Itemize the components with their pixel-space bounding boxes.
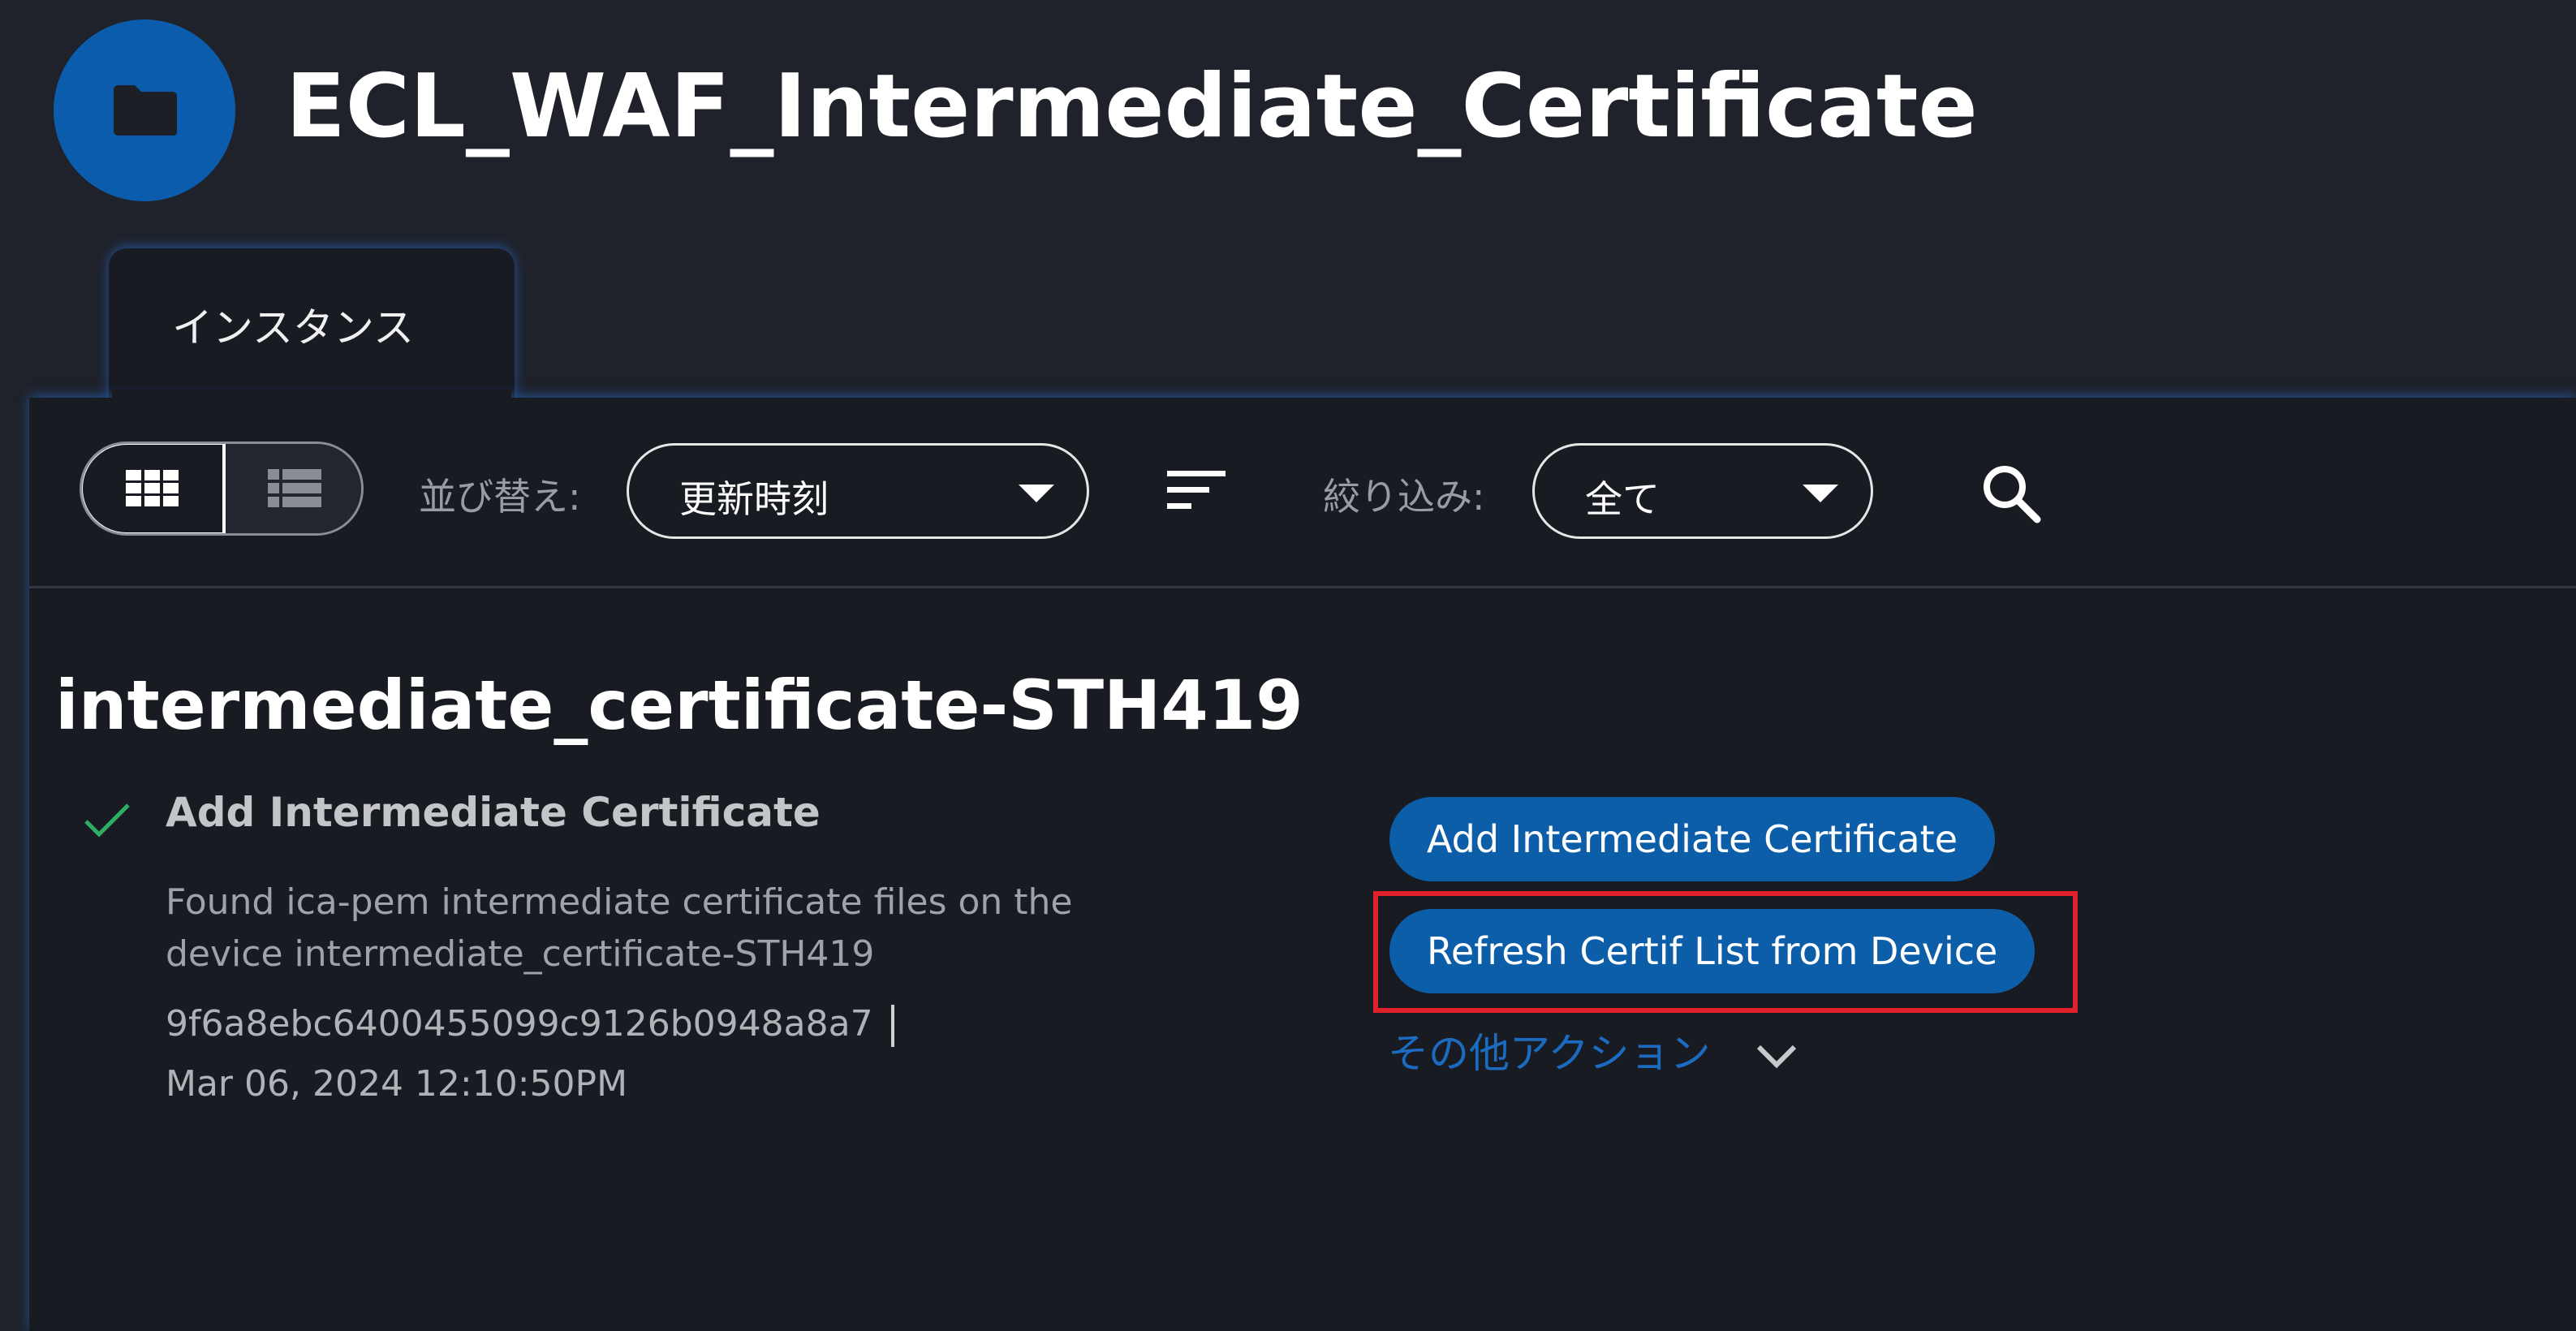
instance-title[interactable]: intermediate_certificate-STH419 — [55, 666, 1303, 745]
tab-instances[interactable]: インスタンス — [109, 248, 515, 403]
filter-select[interactable]: 全て — [1532, 443, 1873, 539]
step-description: Found ica-pem intermediate certificate f… — [166, 877, 1073, 980]
tab-connector — [112, 390, 511, 409]
chevron-down-icon — [1803, 485, 1838, 502]
search-icon — [1984, 466, 2041, 523]
add-intermediate-certificate-button[interactable]: Add Intermediate Certificate — [1389, 797, 1996, 881]
instance-id: 9f6a8ebc6400455099c9126b0948a8a7 — [166, 1003, 873, 1045]
status-check — [83, 802, 131, 841]
sort-order-icon — [1167, 471, 1226, 509]
instance-id-row: 9f6a8ebc6400455099c9126b0948a8a7 — [166, 1003, 894, 1047]
more-actions-label: その他アクション — [1388, 1030, 1711, 1077]
sort-label: 並び替え: — [419, 475, 581, 519]
list-view-button[interactable] — [226, 444, 361, 533]
check-icon — [84, 803, 130, 838]
folder-icon-badge — [54, 19, 235, 201]
description-line-1: Found ica-pem intermediate certificate f… — [166, 881, 1073, 923]
filter-label: 絞り込み: — [1323, 475, 1485, 519]
grid-view-button[interactable] — [82, 444, 226, 533]
chevron-down-icon — [1019, 485, 1054, 502]
instance-timestamp: Mar 06, 2024 12:10:50PM — [166, 1063, 628, 1105]
sort-select[interactable]: 更新時刻 — [627, 443, 1089, 539]
grid-view-icon — [126, 470, 179, 506]
search-button[interactable] — [1979, 461, 2044, 529]
tab-label: インスタンス — [172, 304, 414, 351]
page-title: ECL_WAF_Intermediate_Certificate — [286, 56, 1978, 157]
highlight-box — [1373, 891, 2078, 1013]
list-view-icon — [268, 469, 321, 507]
folder-icon — [114, 85, 177, 136]
filter-select-value: 全て — [1585, 477, 1660, 521]
view-toggle — [80, 442, 364, 536]
sort-select-value: 更新時刻 — [679, 477, 829, 521]
chevron-down-icon — [1757, 1045, 1797, 1068]
more-actions-link[interactable]: その他アクション — [1388, 1021, 1798, 1079]
sort-order-button[interactable] — [1167, 469, 1227, 515]
app-header: ECL_WAF_Intermediate_Certificate — [0, 0, 2576, 219]
instances-panel: 並び替え: 更新時刻 絞り込み: 全て intermediate_certifi… — [29, 398, 2576, 1331]
separator — [890, 1005, 894, 1047]
description-line-2: device intermediate_certificate-STH419 — [166, 933, 875, 975]
step-name: Add Intermediate Certificate — [166, 789, 821, 836]
toolbar: 並び替え: 更新時刻 絞り込み: 全て — [29, 398, 2576, 588]
